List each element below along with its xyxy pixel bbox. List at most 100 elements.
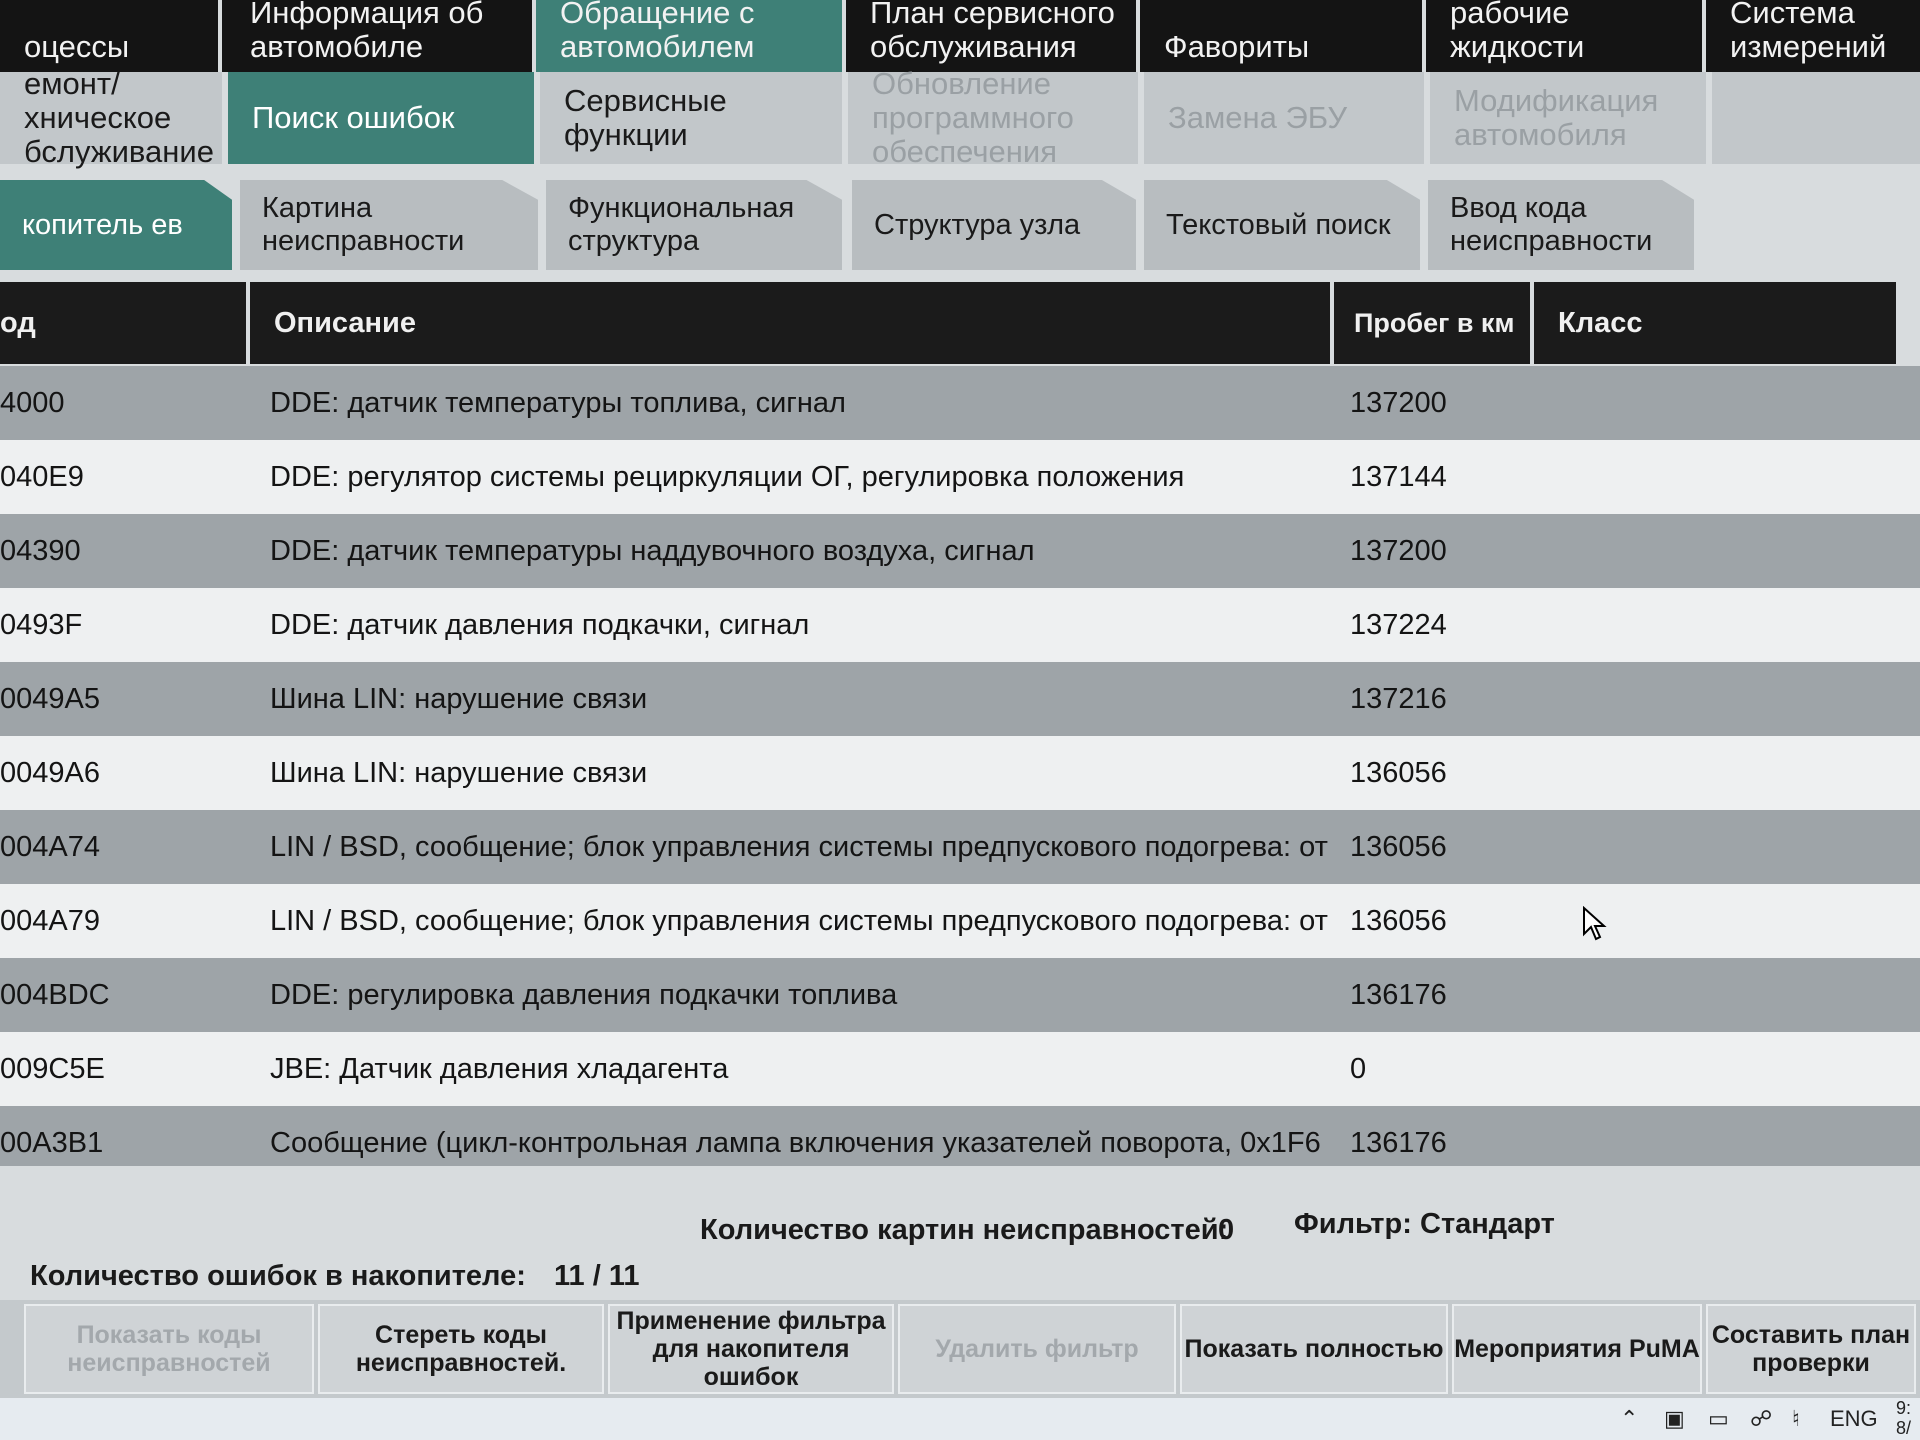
cell-description: DDE: датчик давления подкачки, сигнал xyxy=(270,608,810,641)
sub-menu-software-update[interactable]: Обновление программного обеспечения xyxy=(848,67,1138,169)
tool-tab-label: Текстовый поиск xyxy=(1166,208,1391,241)
clock[interactable]: 9: 8/ xyxy=(1896,1398,1911,1438)
tool-tab-assembly-structure[interactable]: Структура узла xyxy=(852,180,1136,270)
tool-tab-fault-picture[interactable]: Картина неисправности xyxy=(240,180,538,270)
table-row[interactable]: 004A79 LIN / BSD, сообщение; блок управле… xyxy=(0,884,1920,958)
column-header-label: Описание xyxy=(274,306,416,339)
tool-tab-text-search[interactable]: Текстовый поиск xyxy=(1144,180,1420,270)
chevron-up-icon[interactable]: ⌃ xyxy=(1620,1406,1638,1432)
cell-mileage: 136176 xyxy=(1350,978,1447,1011)
cell-code: 004A74 xyxy=(0,830,100,863)
create-test-plan-button[interactable]: Составить план проверки xyxy=(1706,1304,1916,1394)
pictures-count-value: 0 xyxy=(1218,1214,1235,1246)
cell-description: Шина LIN: нарушение связи xyxy=(270,756,648,789)
button-label: Стереть коды неисправностей. xyxy=(355,1321,567,1377)
cell-description: DDE: регулировка давления подкачки топли… xyxy=(270,978,898,1011)
show-fault-codes-button[interactable]: Показать коды неисправностей xyxy=(24,1304,314,1394)
table-row[interactable]: 0049A6 Шина LIN: нарушение связи 136056 xyxy=(0,736,1920,810)
column-header-mileage[interactable]: Пробег в км xyxy=(1334,282,1530,364)
action-buttons: Показать коды неисправностей Стереть код… xyxy=(0,1300,1920,1398)
sub-menu-label: Замена ЭБУ xyxy=(1168,100,1348,135)
cell-code: 0493F xyxy=(0,608,83,641)
top-menu-vehicle-info[interactable]: Информация об автомобиле xyxy=(226,0,536,72)
cell-mileage: 137224 xyxy=(1350,608,1447,641)
button-label: Удалить фильтр xyxy=(935,1335,1139,1363)
tool-tabs: копитель ев Картина неисправности Функци… xyxy=(0,170,1920,280)
top-menu-repair-zone[interactable]: ремонтной зоны/ рабочие жидкости xyxy=(1426,0,1706,72)
cell-code: 04390 xyxy=(0,534,81,567)
battery-icon[interactable]: ▭ xyxy=(1708,1406,1729,1432)
tool-tab-label: Структура узла xyxy=(874,208,1081,241)
sub-menu-label: Поиск ошибок xyxy=(252,100,455,135)
top-menu-label: План сервисного обслуживания xyxy=(870,0,1115,64)
puma-measures-button[interactable]: Мероприятия PuMA xyxy=(1452,1304,1702,1394)
tool-tab-fault-code-input[interactable]: Ввод кода неисправности xyxy=(1428,180,1694,270)
cell-class xyxy=(1550,662,1850,736)
top-menu-measurement[interactable]: Система измерений xyxy=(1706,0,1920,72)
top-menu-processes[interactable]: оцессы xyxy=(0,0,222,72)
cell-mileage: 0 xyxy=(1350,1052,1367,1085)
globe-icon[interactable]: ☍ xyxy=(1750,1406,1772,1432)
table-row[interactable]: 004BDC DDE: регулировка давления подкачки… xyxy=(0,958,1920,1032)
tool-tab-label: Ввод кода неисправности xyxy=(1450,192,1653,257)
column-header-class[interactable]: Класс xyxy=(1534,282,1896,364)
cell-mileage: 137200 xyxy=(1350,386,1447,419)
column-header-description[interactable]: Описание xyxy=(250,282,1330,364)
table-row[interactable]: 004A74 LIN / BSD, сообщение; блок управле… xyxy=(0,810,1920,884)
cell-mileage: 137144 xyxy=(1350,460,1447,493)
top-menu-label: Обращение с автомобилем xyxy=(560,0,755,64)
remove-filter-button[interactable]: Удалить фильтр xyxy=(898,1304,1176,1394)
sub-menu-label: Обновление программного обеспечения xyxy=(872,66,1074,169)
cell-description: LIN / BSD, сообщение; блок управления си… xyxy=(270,830,1328,863)
table-row[interactable]: 4000 DDE: датчик температуры топлива, сиг… xyxy=(0,366,1920,440)
device-icon[interactable]: ▣ xyxy=(1664,1406,1685,1432)
sub-menu-service-functions[interactable]: Сервисные функции xyxy=(540,72,842,164)
tool-tab-function-structure[interactable]: Функциональная структура xyxy=(546,180,842,270)
cell-class xyxy=(1550,514,1850,588)
sub-menu-vehicle-modification[interactable]: Модификация автомобиля xyxy=(1430,72,1706,164)
speaker-muted-icon[interactable]: ♮ xyxy=(1792,1406,1800,1432)
tool-tab-fault-memory[interactable]: копитель ев xyxy=(0,180,232,270)
tool-tab-label: Картина неисправности xyxy=(262,192,465,257)
top-menu-service-plan[interactable]: План сервисного обслуживания xyxy=(846,0,1140,72)
column-header-label: Класс xyxy=(1558,306,1643,339)
sub-menu-label: Модификация автомобиля xyxy=(1454,83,1659,152)
top-menu-label: Система измерений xyxy=(1730,0,1887,64)
tool-tab-label: копитель ев xyxy=(22,208,183,241)
pictures-count-label: Количество картин неисправностей: xyxy=(700,1214,1229,1246)
mouse-pointer-icon xyxy=(1583,906,1607,941)
top-menu-label: Фавориты xyxy=(1164,29,1310,64)
table-row[interactable]: 0493F DDE: датчик давления подкачки, сигн… xyxy=(0,588,1920,662)
show-all-button[interactable]: Показать полностью xyxy=(1180,1304,1448,1394)
sub-menu-maintenance[interactable]: емонт/ хническое бслуживание xyxy=(0,67,222,169)
column-header-label: од xyxy=(0,306,36,339)
table-row[interactable]: 04390 DDE: датчик температуры наддувочног… xyxy=(0,514,1920,588)
top-menu-vehicle-handling[interactable]: Обращение с автомобилем xyxy=(536,0,846,72)
column-header-label: Пробег в км xyxy=(1354,307,1515,338)
apply-filter-button[interactable]: Применение фильтра для накопителя ошибок xyxy=(608,1304,894,1394)
clear-fault-codes-button[interactable]: Стереть коды неисправностей. xyxy=(318,1304,604,1394)
sub-menu-label: емонт/ хническое бслуживание xyxy=(24,66,214,169)
cell-class xyxy=(1550,366,1850,440)
cell-code: 0049A6 xyxy=(0,756,100,789)
language-indicator[interactable]: ENG xyxy=(1830,1406,1878,1432)
top-menu-label: оцессы xyxy=(24,29,130,64)
column-header-code[interactable]: од xyxy=(0,282,246,364)
cell-class xyxy=(1550,588,1850,662)
clock-date: 8/ xyxy=(1896,1418,1912,1438)
table-header: од Описание Пробег в км Класс xyxy=(0,282,1920,364)
cell-description: LIN / BSD, сообщение; блок управления си… xyxy=(270,904,1328,937)
sub-menu-fault-search[interactable]: Поиск ошибок xyxy=(228,72,534,164)
button-label: Показать коды неисправностей xyxy=(67,1321,271,1377)
table-row[interactable]: 0049A5 Шина LIN: нарушение связи 137216 xyxy=(0,662,1920,736)
cell-class xyxy=(1550,736,1850,810)
cell-mileage: 137216 xyxy=(1350,682,1447,715)
clock-time: 9: xyxy=(1896,1398,1912,1418)
errors-count-label: Количество ошибок в накопителе: xyxy=(30,1260,526,1292)
table-row[interactable]: 040E9 DDE: регулятор системы рециркуляции… xyxy=(0,440,1920,514)
sub-menu-ecu-replace[interactable]: Замена ЭБУ xyxy=(1144,72,1424,164)
table-row[interactable]: 009C5E JBE: Датчик давления хладагента 0 xyxy=(0,1032,1920,1106)
cell-class xyxy=(1550,1032,1850,1106)
top-menu-favorites[interactable]: Фавориты xyxy=(1140,0,1426,72)
cell-description: DDE: датчик температуры наддувочного воз… xyxy=(270,534,1035,567)
